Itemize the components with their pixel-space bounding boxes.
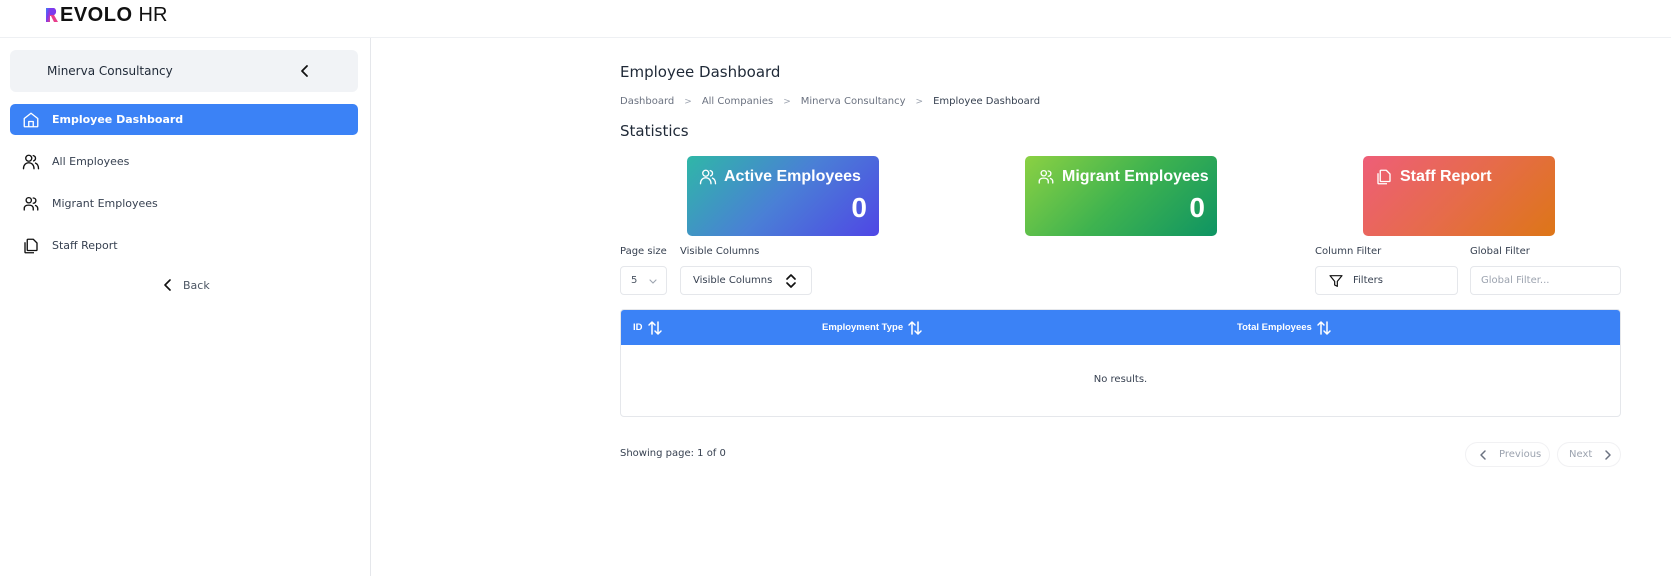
visible-columns-value: Visible Columns — [693, 275, 773, 286]
stat-label: Migrant Employees — [1062, 168, 1209, 185]
logo-suffix: HR — [138, 3, 168, 26]
logo-text: EVOLO — [60, 3, 133, 26]
company-selector: Minerva Consultancy — [10, 50, 358, 92]
breadcrumb-current: Employee Dashboard — [933, 96, 1041, 107]
sidebar-item-label: Migrant Employees — [52, 197, 158, 210]
breadcrumb-separator-icon: > — [783, 96, 791, 107]
column-header-employment-type[interactable]: Employment Type — [822, 310, 923, 345]
page-title: Employee Dashboard — [620, 63, 781, 81]
previous-label: Previous — [1499, 449, 1542, 460]
column-filter-label: Column Filter — [1315, 246, 1382, 257]
chevron-up-down-icon — [786, 274, 796, 288]
sort-icon — [908, 320, 922, 335]
company-name: Minerva Consultancy — [47, 64, 173, 78]
main-content: Employee Dashboard Dashboard > All Compa… — [372, 38, 1671, 576]
sidebar-item-label: All Employees — [52, 155, 130, 168]
column-header-label: Total Employees — [1237, 322, 1312, 333]
statistics-heading: Statistics — [620, 122, 689, 140]
column-header-label: ID — [633, 322, 643, 333]
filter-icon — [1329, 275, 1343, 287]
back-label: Back — [183, 278, 210, 292]
page-size-select[interactable]: 5 — [620, 266, 667, 295]
global-filter-field[interactable] — [1470, 266, 1621, 295]
column-header-total-employees[interactable]: Total Employees — [1237, 310, 1332, 345]
chevron-down-icon — [649, 279, 657, 284]
sort-icon — [1317, 320, 1331, 335]
chevron-right-icon — [1605, 449, 1612, 460]
sidebar-item-employee-dashboard[interactable]: Employee Dashboard — [10, 104, 358, 135]
employee-table: ID Employment Type Total Employees No re… — [620, 309, 1621, 417]
app-logo[interactable]: EVOLO HR — [46, 4, 167, 26]
page-size-value: 5 — [631, 275, 638, 286]
column-header-id[interactable]: ID — [633, 310, 663, 345]
sidebar-item-all-employees[interactable]: All Employees — [10, 146, 358, 177]
copy-document-icon — [1377, 169, 1391, 185]
stat-label: Staff Report — [1400, 168, 1492, 185]
empty-state-message: No results. — [1093, 374, 1148, 385]
column-filter-value: Filters — [1353, 275, 1383, 286]
breadcrumb-dashboard[interactable]: Dashboard — [620, 96, 674, 107]
sidebar: Minerva Consultancy Employee Dashboard A… — [0, 38, 371, 576]
users-group-icon — [1038, 169, 1054, 184]
chevron-left-icon — [1480, 449, 1486, 460]
column-filter-button[interactable]: Filters — [1315, 266, 1458, 295]
previous-page-button[interactable]: Previous — [1465, 442, 1550, 467]
breadcrumb-separator-icon: > — [684, 96, 692, 107]
copy-document-icon — [24, 238, 38, 253]
sidebar-item-label: Employee Dashboard — [52, 113, 184, 126]
stat-label: Active Employees — [724, 168, 861, 185]
logo-mark-icon — [46, 8, 58, 22]
pagination-info: Showing page: 1 of 0 — [620, 448, 726, 459]
top-bar: EVOLO HR — [0, 0, 1671, 38]
global-filter-input[interactable] — [1471, 267, 1620, 294]
sort-icon — [647, 320, 662, 335]
users-icon — [699, 169, 717, 185]
visible-columns-select[interactable]: Visible Columns — [680, 266, 812, 295]
users-icon — [22, 154, 40, 169]
table-header: ID Employment Type Total Employees — [621, 310, 1620, 345]
breadcrumb-company[interactable]: Minerva Consultancy — [801, 96, 906, 107]
breadcrumb-separator-icon: > — [915, 96, 924, 107]
stat-value: 0 — [851, 192, 867, 223]
breadcrumb: Dashboard > All Companies > Minerva Cons… — [620, 96, 1040, 107]
back-button[interactable]: Back — [163, 276, 210, 294]
breadcrumb-all-companies[interactable]: All Companies — [702, 96, 773, 107]
next-label: Next — [1569, 449, 1593, 460]
stat-value: 0 — [1189, 192, 1205, 223]
users-group-icon — [23, 196, 39, 211]
sidebar-item-migrant-employees[interactable]: Migrant Employees — [10, 188, 358, 219]
chevron-left-icon — [164, 279, 171, 291]
next-page-button[interactable]: Next — [1557, 442, 1621, 467]
stat-card-staff-report[interactable]: Staff Report — [1363, 156, 1555, 236]
page-size-label: Page size — [620, 246, 667, 257]
sidebar-item-staff-report[interactable]: Staff Report — [10, 230, 358, 261]
stat-card-active-employees[interactable]: Active Employees 0 — [687, 156, 879, 236]
column-header-label: Employment Type — [822, 322, 904, 333]
sidebar-item-label: Staff Report — [52, 239, 118, 252]
global-filter-label: Global Filter — [1470, 246, 1530, 257]
home-icon — [23, 112, 39, 127]
collapse-sidebar-icon[interactable] — [298, 63, 312, 79]
visible-columns-label: Visible Columns — [680, 246, 760, 257]
stat-card-migrant-employees[interactable]: Migrant Employees 0 — [1025, 156, 1217, 236]
